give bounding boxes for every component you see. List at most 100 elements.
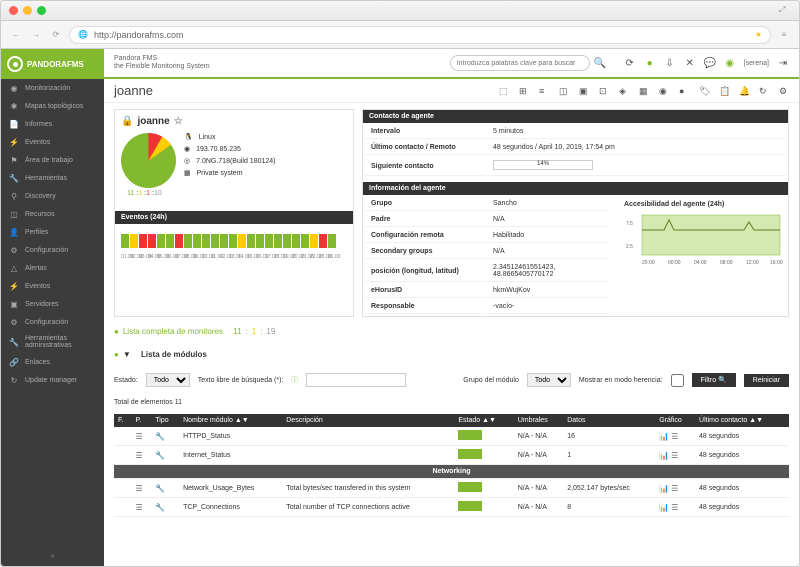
toolbar-icon-4[interactable]: ◫ (559, 86, 569, 96)
toolbar-icon-3[interactable]: ≡ (539, 86, 549, 96)
reset-button[interactable]: Reiniciar (744, 374, 789, 387)
toolbar-icon-2[interactable]: ⊞ (519, 86, 529, 96)
tools-icon[interactable]: ✕ (684, 57, 696, 69)
sidebar-item-15[interactable]: 🔗Enlaces (1, 353, 104, 371)
events-24h-chart (115, 224, 353, 254)
grupo-select[interactable]: Todo (527, 373, 571, 387)
search-text-input[interactable] (306, 373, 406, 387)
toolbar-icon-13[interactable]: 🔔 (739, 86, 749, 96)
sidebar-item-label: Enlaces (25, 359, 50, 366)
sidebar-item-4[interactable]: ⚑Área de trabajo (1, 151, 104, 169)
contact-header: Contacto de agente (363, 110, 788, 123)
table-row[interactable]: ☰🔧Internet_StatusN/A - N/A1📊 ☰48 segundo… (114, 446, 789, 465)
url-input[interactable] (94, 30, 749, 40)
gear-icon[interactable]: ⚙ (779, 86, 789, 96)
status-ok-icon[interactable]: ● (644, 57, 656, 69)
chart-icon[interactable]: 📊 (659, 451, 669, 460)
browser-menu-button[interactable]: ≡ (777, 28, 791, 42)
sidebar-item-label: Informes (25, 121, 52, 128)
list-icon[interactable]: ☰ (671, 484, 678, 493)
sidebar-item-8[interactable]: 👤Perfiles (1, 223, 104, 241)
refresh-icon[interactable]: ⟳ (624, 57, 636, 69)
table-row[interactable]: ☰🔧HTTPD_StatusN/A - N/A16📊 ☰48 segundos (114, 427, 789, 446)
status-indicator (458, 482, 482, 492)
sidebar-expand-button[interactable]: » (1, 547, 104, 566)
minimize-window-button[interactable] (23, 6, 32, 15)
svg-text:2.5: 2.5 (626, 244, 633, 250)
list-icon[interactable]: ☰ (671, 503, 678, 512)
sidebar-item-9[interactable]: ⚙Configuración (1, 241, 104, 259)
toolbar-icon-9[interactable]: ◉ (659, 86, 669, 96)
table-row[interactable]: ☰🔧Network_Usage_BytesTotal bytes/sec tra… (114, 479, 789, 498)
modules-list-header[interactable]: ▼ Lista de módulos (114, 346, 789, 363)
close-window-button[interactable] (9, 6, 18, 15)
sidebar-item-0[interactable]: ◉Monitorización (1, 79, 104, 97)
back-button[interactable]: ← (9, 28, 23, 42)
search-input[interactable] (450, 55, 590, 71)
sidebar: PANDORAFMS ◉Monitorización✱Mapas topológ… (1, 49, 104, 566)
window-titlebar (1, 1, 799, 21)
sidebar-item-3[interactable]: ⚡Eventos (1, 133, 104, 151)
forward-button[interactable]: → (29, 28, 43, 42)
toolbar-icon-7[interactable]: ◈ (619, 86, 629, 96)
search-icon[interactable]: 🔍 (594, 57, 606, 69)
monitors-list-header: Lista completa de monitores 11:1:19 (114, 323, 789, 340)
sidebar-item-1[interactable]: ✱Mapas topológicos (1, 97, 104, 115)
toolbar-icon-10[interactable]: ● (679, 86, 689, 96)
breadcrumb: joanne ⬚ ⊞ ≡ ◫ ▣ ⊡ ◈ ▦ ◉ ● 🏷 📋 🔔 ↻ ⚙ (104, 79, 799, 103)
sidebar-item-6[interactable]: ⚲Discovery (1, 187, 104, 205)
fullscreen-icon[interactable] (779, 5, 791, 17)
toolbar-icon-11[interactable]: 🏷 (699, 86, 709, 96)
estado-select[interactable]: Todo (146, 373, 190, 387)
version-icon: ◎ (184, 157, 190, 165)
sidebar-item-label: Herramientas administrativas (25, 335, 96, 349)
agent-name-header: 🔒 joanne ☆ (121, 116, 347, 127)
chart-icon[interactable]: 📊 (659, 484, 669, 493)
reload-button[interactable]: ⟳ (49, 28, 63, 42)
bookmark-star-icon[interactable]: ★ (755, 30, 762, 39)
help-icon[interactable]: ⓘ (291, 375, 298, 385)
modules-table: F. P. Tipo Nombre módulo ▲▼ Descripción … (114, 414, 789, 517)
sidebar-item-2[interactable]: 📄 Informes (1, 115, 104, 133)
toolbar-icon-6[interactable]: ⊡ (599, 86, 609, 96)
sidebar-item-16[interactable]: ↻Update manager (1, 371, 104, 389)
status-indicator (458, 501, 482, 511)
chart-icon[interactable]: 📊 (659, 503, 669, 512)
logout-icon[interactable]: ⇥ (777, 57, 789, 69)
toolbar-icon-8[interactable]: ▦ (639, 86, 649, 96)
toolbar-icon-1[interactable]: ⬚ (499, 86, 509, 96)
sidebar-item-5[interactable]: 🔧Herramientas (1, 169, 104, 187)
sidebar-item-icon: ◫ (9, 209, 19, 219)
filter-button[interactable]: Filtro 🔍 (692, 373, 736, 387)
list-icon[interactable]: ☰ (671, 432, 678, 441)
chat-icon[interactable]: 💬 (704, 57, 716, 69)
url-bar[interactable]: 🌐 ★ (69, 26, 771, 44)
sidebar-item-7[interactable]: ◫Recursos (1, 205, 104, 223)
sidebar-item-14[interactable]: 🔧 Herramientas administrativas (1, 331, 104, 353)
sidebar-item-icon: 🔧 (9, 337, 19, 347)
sidebar-item-13[interactable]: ⚙Configuración (1, 313, 104, 331)
user-name: [serena] (744, 60, 769, 67)
accessibility-chart: Accesibilidad del agente (24h) 7.5 2.5 2… (618, 195, 788, 316)
sidebar-item-label: Mapas topológicos (25, 103, 83, 110)
sidebar-item-12[interactable]: ▣Servidores (1, 295, 104, 313)
toolbar-icon-5[interactable]: ▣ (579, 86, 589, 96)
sidebar-item-10[interactable]: △Alertas (1, 259, 104, 277)
maximize-window-button[interactable] (37, 6, 46, 15)
sidebar-item-11[interactable]: ⚡Eventos (1, 277, 104, 295)
page-title: joanne (114, 83, 153, 98)
toolbar-icon-14[interactable]: ↻ (759, 86, 769, 96)
sidebar-item-icon: 👤 (9, 227, 19, 237)
user-avatar-icon[interactable]: ◉ (724, 57, 736, 69)
download-icon[interactable]: ⇩ (664, 57, 676, 69)
toolbar-icon-12[interactable]: 📋 (719, 86, 729, 96)
herencia-checkbox[interactable] (671, 374, 684, 387)
status-indicator (458, 430, 482, 440)
sidebar-item-label: Herramientas (25, 175, 67, 182)
brand-title: Pandora FMS the Flexible Monitoring Syst… (114, 55, 210, 70)
chart-icon[interactable]: 📊 (659, 432, 669, 441)
star-icon[interactable]: ☆ (174, 116, 183, 127)
sidebar-item-icon: 📄 (9, 119, 19, 129)
table-row[interactable]: ☰🔧TCP_ConnectionsTotal number of TCP con… (114, 498, 789, 517)
list-icon[interactable]: ☰ (671, 451, 678, 460)
